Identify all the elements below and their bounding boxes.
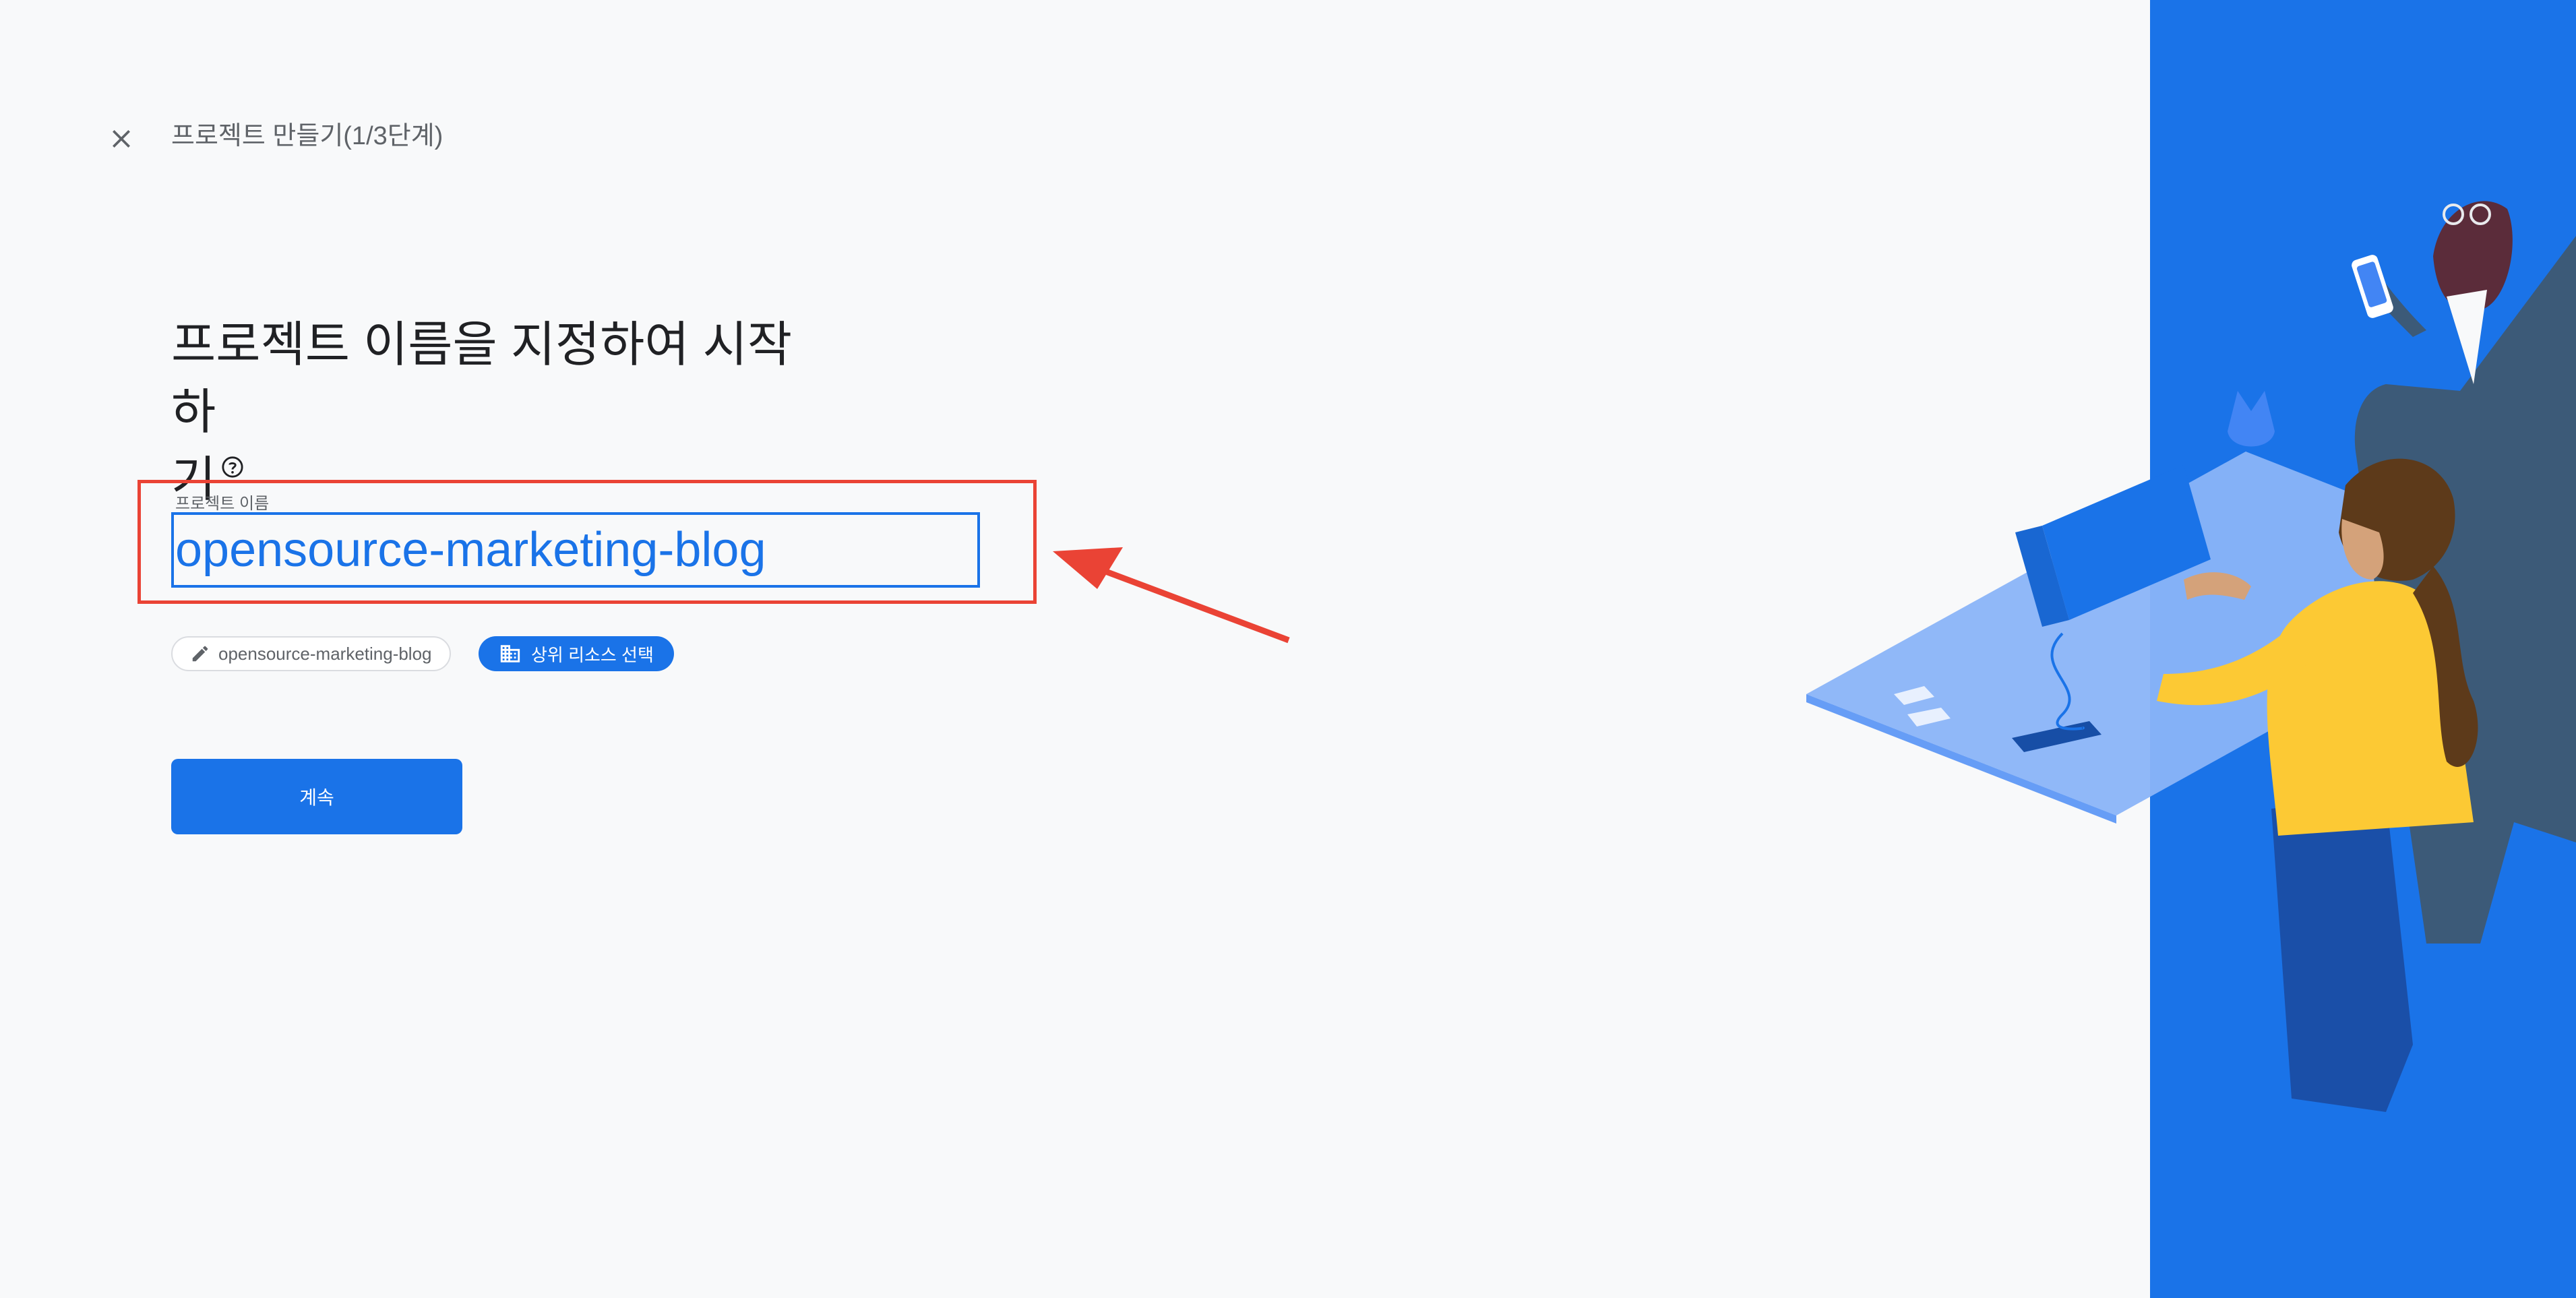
continue-button-label: 계속 [299,787,334,808]
page-header-title: 프로젝트 만들기(1/3단계) [171,122,443,150]
close-icon [113,130,130,148]
page-title-line1: 프로젝트 이름을 지정하여 시작하 [171,318,793,439]
project-name-label: 프로젝트 이름 [175,495,270,513]
project-id-chip-label: opensource-marketing-blog [218,643,432,664]
select-parent-resource-chip[interactable]: 상위 리소스 선택 [479,636,674,671]
select-parent-resource-label: 상위 리소스 선택 [531,644,654,665]
pencil-icon [192,646,208,662]
help-circle-icon[interactable] [221,456,244,478]
continue-button[interactable]: 계속 [171,759,462,834]
project-name-input[interactable] [174,515,977,585]
project-id-chip[interactable]: opensource-marketing-blog [171,636,451,671]
close-button[interactable] [102,120,140,158]
building-icon [500,645,520,662]
team-illustration [1806,201,2576,1112]
annotation-arrow [1053,547,1290,644]
